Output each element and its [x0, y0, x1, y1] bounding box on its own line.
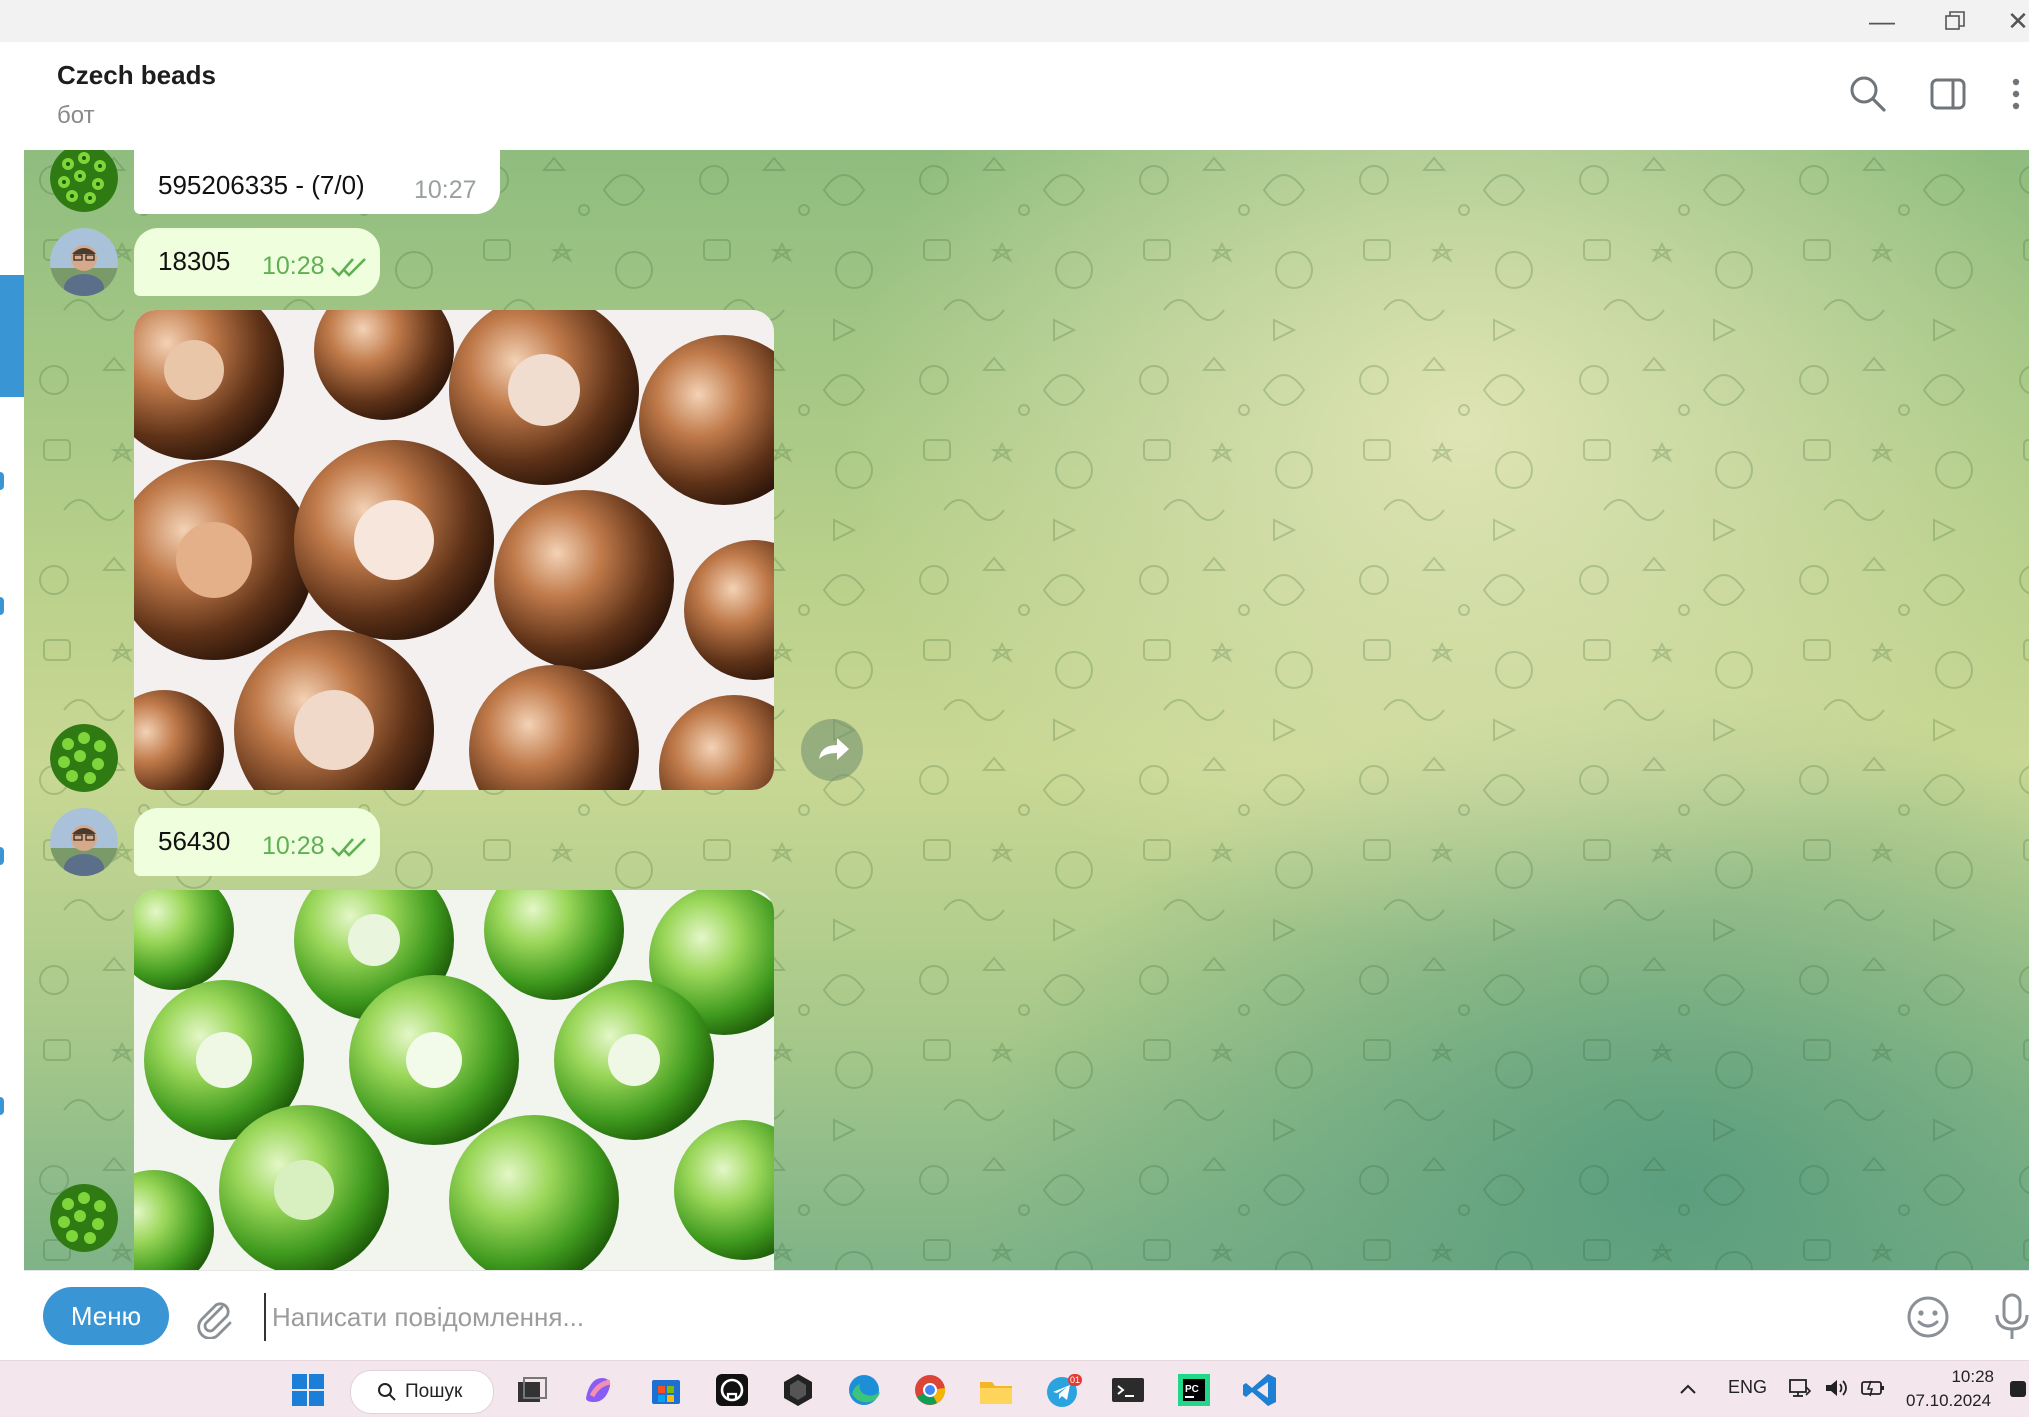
- selected-chat-indicator[interactable]: [0, 275, 24, 397]
- read-checkmarks-icon: [331, 838, 366, 857]
- search-icon: [378, 1383, 396, 1401]
- microphone-icon[interactable]: [1992, 1291, 2029, 1343]
- chat-area[interactable]: 595206335 - (7/0) 10:27 18305 10:28 5643…: [24, 150, 2029, 1270]
- notifications-icon[interactable]: [2008, 1379, 2028, 1399]
- language-indicator[interactable]: ENG: [1728, 1377, 1767, 1398]
- volume-icon[interactable]: [1824, 1377, 1850, 1399]
- restore-icon[interactable]: [1935, 6, 1975, 36]
- microsoft-store-icon[interactable]: [646, 1370, 686, 1410]
- copilot-icon[interactable]: [578, 1370, 618, 1410]
- message-composer: Меню: [24, 1270, 2029, 1361]
- pycharm-icon[interactable]: PC: [1174, 1370, 1214, 1410]
- attach-icon[interactable]: [192, 1295, 236, 1339]
- battery-icon[interactable]: [1860, 1377, 1886, 1399]
- taskbar-search-label: Пошук: [405, 1381, 463, 1402]
- network-icon[interactable]: [1788, 1377, 1812, 1399]
- windows-taskbar: Пошук 01 PC ENG 10:28 07.10.2024: [0, 1360, 2029, 1417]
- unity-icon[interactable]: [778, 1370, 818, 1410]
- windows-start-icon[interactable]: [288, 1370, 328, 1410]
- photo-copper-beads[interactable]: [134, 310, 774, 790]
- forward-button[interactable]: [801, 719, 863, 781]
- chat-title[interactable]: Czech beads: [57, 60, 216, 91]
- message-text: 56430: [158, 826, 231, 856]
- photo-green-beads[interactable]: [134, 890, 774, 1270]
- github-icon[interactable]: [712, 1370, 752, 1410]
- unread-indicator: [0, 1097, 4, 1115]
- more-options-icon[interactable]: [2004, 72, 2029, 116]
- read-checkmarks-icon: [331, 258, 366, 277]
- bot-avatar[interactable]: [50, 724, 118, 792]
- edge-icon[interactable]: [844, 1370, 884, 1410]
- svg-text:PC: PC: [1185, 1384, 1199, 1395]
- emoji-icon[interactable]: [1904, 1293, 1952, 1341]
- terminal-icon[interactable]: [1108, 1370, 1148, 1410]
- vscode-icon[interactable]: [1240, 1370, 1280, 1410]
- message-bubble-outgoing[interactable]: 56430 10:28: [134, 808, 380, 876]
- unread-indicator: [0, 847, 4, 865]
- message-bubble-outgoing[interactable]: 18305 10:28: [134, 228, 380, 296]
- user-avatar[interactable]: [50, 808, 118, 876]
- message-bubble-incoming[interactable]: 595206335 - (7/0) 10:27: [134, 150, 500, 214]
- message-input[interactable]: [264, 1293, 1874, 1341]
- clock-date[interactable]: 07.10.2024: [1906, 1391, 1991, 1411]
- chrome-icon[interactable]: [910, 1370, 950, 1410]
- search-icon[interactable]: [1846, 72, 1890, 116]
- telegram-unread-badge: 01: [1070, 1375, 1080, 1385]
- telegram-icon[interactable]: 01: [1042, 1370, 1082, 1410]
- bot-avatar[interactable]: [50, 1184, 118, 1252]
- message-text: 18305: [158, 246, 231, 276]
- file-explorer-icon[interactable]: [976, 1370, 1016, 1410]
- forward-arrow-icon: [819, 738, 849, 760]
- message-time: 10:28: [262, 832, 325, 860]
- chat-list-edge: [0, 42, 25, 1360]
- chat-subtitle: бот: [57, 102, 95, 129]
- message-time: 10:27: [414, 176, 477, 204]
- unread-indicator: [0, 597, 4, 615]
- task-view-icon[interactable]: [512, 1370, 552, 1410]
- minimize-icon[interactable]: —: [1862, 6, 1902, 36]
- chat-header: Czech beads бот: [24, 42, 2029, 151]
- message-time: 10:28: [262, 252, 325, 280]
- message-text: 595206335 - (7/0): [158, 170, 365, 200]
- user-avatar[interactable]: [50, 228, 118, 296]
- chevron-up-icon[interactable]: [1678, 1381, 1698, 1397]
- close-icon[interactable]: ✕: [1998, 6, 2029, 36]
- window-title-bar: — ✕: [0, 0, 2029, 42]
- taskbar-search[interactable]: Пошук: [350, 1370, 494, 1414]
- bot-menu-button[interactable]: Меню: [43, 1287, 169, 1345]
- clock-time[interactable]: 10:28: [1934, 1367, 1994, 1387]
- sidebar-toggle-icon[interactable]: [1926, 72, 1970, 116]
- unread-indicator: [0, 472, 4, 490]
